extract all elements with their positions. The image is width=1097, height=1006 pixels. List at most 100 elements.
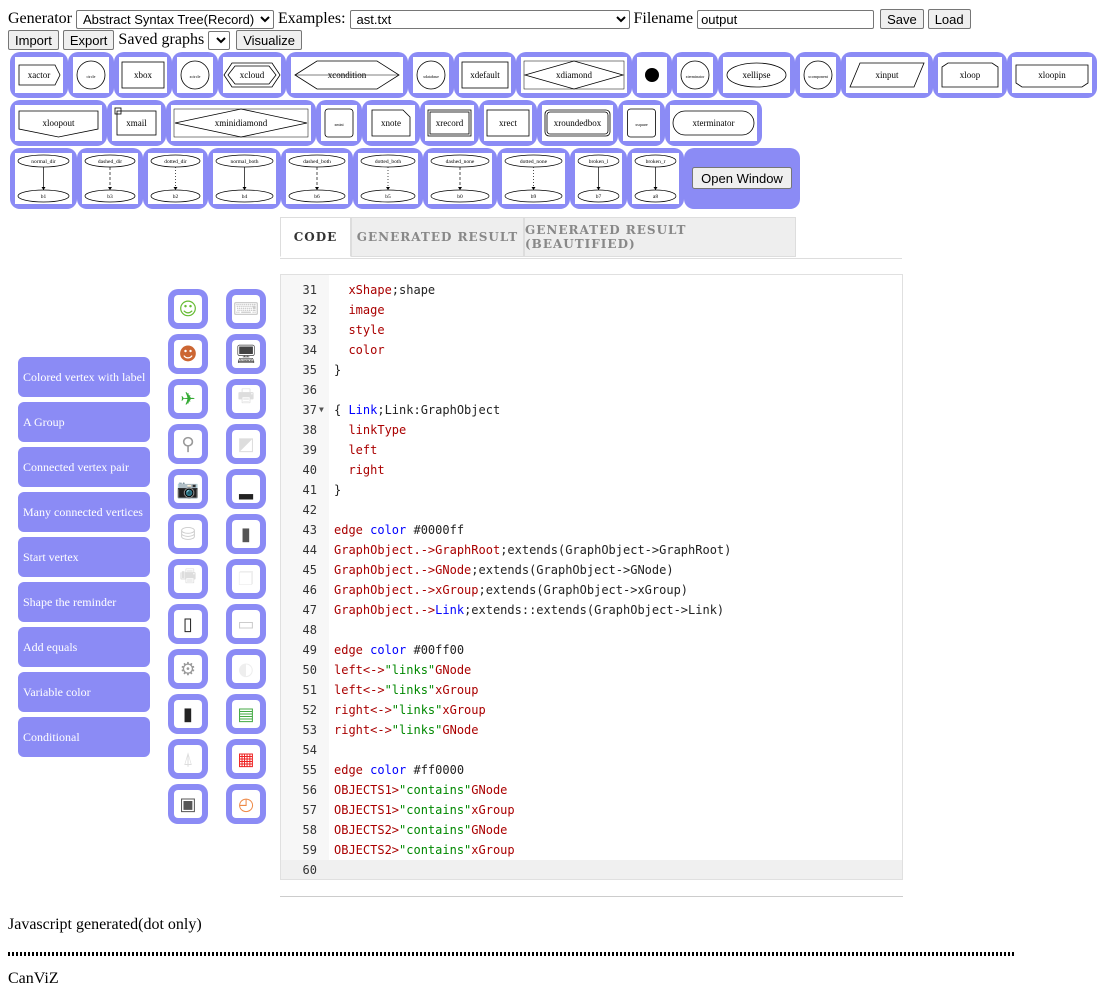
character-boy-glyph: ☺ xyxy=(174,295,202,323)
edge-top-label: broken_r xyxy=(646,159,666,165)
fold-icon[interactable]: ▼ xyxy=(319,400,324,420)
shape-xnote-button[interactable]: xnote xyxy=(362,100,420,146)
edge-style-broken_l-button[interactable]: broken_l b7 xyxy=(570,148,627,209)
shape-xterminator-button[interactable]: xterminator xyxy=(672,52,718,98)
antenna-tower-icon[interactable]: ⍋ xyxy=(168,739,208,779)
laptop-icon[interactable]: ▭ xyxy=(226,604,266,644)
snippet-button-a-group[interactable]: A Group xyxy=(18,402,150,442)
shape-xrecord-button[interactable]: xrecord xyxy=(420,100,479,146)
code-editor[interactable]: 31 xShape;shape 32 image 33 style 34 color 3… xyxy=(280,274,903,880)
snippet-button-connected-vertex-pair[interactable]: Connected vertex pair xyxy=(18,447,150,487)
snippet-button-many-connected-vertices[interactable]: Many connected vertices xyxy=(18,492,150,532)
shape-xloop-button[interactable]: xloop xyxy=(933,52,1007,98)
sim-card-icon[interactable]: ▦ xyxy=(226,739,266,779)
edge-style-dashed_dir-button[interactable]: dashed_dir b3 xyxy=(77,148,143,209)
code-token: #ff0000 xyxy=(406,763,465,777)
tab-code[interactable]: CODE xyxy=(280,217,351,257)
camera-icon[interactable]: 📷 xyxy=(168,469,208,509)
tab-generated-result-beautified[interactable]: GENERATED RESULT (BEAUTIFIED) xyxy=(524,217,796,257)
shape-xdiamond-button[interactable]: xdiamond xyxy=(516,52,632,98)
export-button[interactable]: Export xyxy=(62,30,115,50)
tab-generated-result[interactable]: GENERATED RESULT xyxy=(351,217,524,257)
shape-xsquare-button[interactable]: xsquare xyxy=(618,100,665,146)
shape-xinput-button[interactable]: xinput xyxy=(841,52,933,98)
printer-glyph: 🖶 xyxy=(232,385,260,413)
satellite-icon[interactable]: ✈ xyxy=(168,379,208,419)
filename-input[interactable] xyxy=(697,9,875,29)
edge-style-dotted_none-button[interactable]: dotted_none b9 xyxy=(497,148,570,209)
edge-style-normal_dir-button[interactable]: normal_dir b1 xyxy=(10,148,77,209)
generator-select[interactable]: Abstract Syntax Tree(Record) xyxy=(75,9,274,29)
code-token: image xyxy=(334,303,385,317)
character-girl-icon[interactable]: ☻ xyxy=(168,334,208,374)
edge-style-normal_both-button[interactable]: normal_both b4 xyxy=(208,148,281,209)
code-token: "contains" xyxy=(399,823,472,837)
saved-graphs-select[interactable] xyxy=(208,30,231,50)
shape-xminidiamond-button[interactable]: xminidiamond xyxy=(166,100,316,146)
mobile-phone-icon[interactable]: ▯ xyxy=(168,604,208,644)
shape-xcloud-button[interactable]: xcloud xyxy=(218,52,286,98)
scanner-icon[interactable]: ◩ xyxy=(226,424,266,464)
usb-drive-icon[interactable]: ▮ xyxy=(226,514,266,554)
shape-xactor-button[interactable]: xactor xyxy=(10,52,68,98)
shape-xdatabase-button[interactable]: xdatabase xyxy=(408,52,454,98)
edge-preview-icon: broken_r a8 xyxy=(634,154,677,203)
shape-xloopin-button[interactable]: xloopin xyxy=(1007,52,1097,98)
code-text: edge color #00ff00 xyxy=(334,640,464,660)
snippet-button-variable-color[interactable]: Variable color xyxy=(18,672,150,712)
shape-xdefault-button[interactable]: xdefault xyxy=(454,52,516,98)
shape-xmail-button[interactable]: xmail xyxy=(107,100,166,146)
edge-style-dashed_both-button[interactable]: dashed_both b6 xyxy=(281,148,353,209)
shape-preview-icon: xdatabase xyxy=(416,60,446,90)
keyboard-icon[interactable]: ⌨ xyxy=(226,289,266,329)
shape-xloopout-button[interactable]: xloopout xyxy=(10,100,107,146)
shape-xterminator-button[interactable]: xterminator xyxy=(665,100,762,146)
barcode-scanner-icon[interactable]: ⚲ xyxy=(168,424,208,464)
printer-icon[interactable]: 🖶 xyxy=(226,379,266,419)
edge-style-broken_r-button[interactable]: broken_r a8 xyxy=(627,148,684,209)
snippet-button-conditional[interactable]: Conditional xyxy=(18,717,150,757)
snippet-button-add-equals[interactable]: Add equals xyxy=(18,627,150,667)
shape-xcomponent-button[interactable]: xcomponent xyxy=(795,52,841,98)
snippet-button-start-vertex[interactable]: Start vertex xyxy=(18,537,150,577)
shape-xellipse-button[interactable]: xellipse xyxy=(718,52,795,98)
mouse-icon[interactable]: ◐ xyxy=(226,649,266,689)
edge-style-dotted_dir-button[interactable]: dotted_dir b2 xyxy=(143,148,208,209)
examples-select[interactable]: ast.txt xyxy=(349,9,630,29)
shape-xbox-button[interactable]: xbox xyxy=(114,52,172,98)
clock-icon[interactable]: ◴ xyxy=(226,784,266,824)
import-button[interactable]: Import xyxy=(8,30,59,50)
shape-point-button[interactable] xyxy=(632,52,672,98)
shape-preview-icon: xmail xyxy=(114,107,157,136)
dotted-separator xyxy=(8,952,1016,956)
edge-style-dotted_both-button[interactable]: dotted_both b5 xyxy=(353,148,423,209)
edge-style-dashed_none-button[interactable]: dashed_none b0 xyxy=(423,148,497,209)
shape-xcircle-button[interactable]: xcircle xyxy=(172,52,218,98)
code-line: 49 edge color #00ff00 xyxy=(281,640,902,660)
flash-drive-icon[interactable]: ▮ xyxy=(168,694,208,734)
open-window-button[interactable]: Open Window xyxy=(692,167,792,189)
save-button[interactable]: Save xyxy=(880,9,924,29)
shape-preview-icon: xminidiamond xyxy=(173,108,309,138)
satellite-dish-icon[interactable]: ⚙ xyxy=(168,649,208,689)
character-boy-icon[interactable]: ☺ xyxy=(168,289,208,329)
hard-disk-icon[interactable]: ⛁ xyxy=(168,514,208,554)
router-icon[interactable]: ▂ xyxy=(226,469,266,509)
load-button[interactable]: Load xyxy=(927,9,971,29)
snippet-button-colored-vertex-with-label[interactable]: Colored vertex with label xyxy=(18,357,150,397)
shape-circle-button[interactable]: circle xyxy=(68,52,114,98)
shape-xcondition-button[interactable]: xcondition xyxy=(286,52,408,98)
code-token: #0000ff xyxy=(406,523,465,537)
monitor-icon[interactable]: 🖥 xyxy=(226,334,266,374)
visualize-button[interactable]: Visualize xyxy=(236,30,302,50)
memory-module-icon[interactable]: ▤ xyxy=(226,694,266,734)
fax-icon[interactable]: 🖷 xyxy=(168,559,208,599)
snippet-button-shape-the-reminder[interactable]: Shape the reminder xyxy=(18,582,150,622)
cpu-chip-icon[interactable]: ▣ xyxy=(168,784,208,824)
shape-xmini-button[interactable]: xmini xyxy=(316,100,362,146)
shape-xrect-button[interactable]: xrect xyxy=(479,100,537,146)
code-line: 50 left<->"links"GNode xyxy=(281,660,902,680)
documents-icon[interactable]: ❐ xyxy=(226,559,266,599)
shape-xroundedbox-button[interactable]: xroundedbox xyxy=(537,100,618,146)
code-token: ;extends::extends(GraphObject->Link) xyxy=(464,603,725,617)
